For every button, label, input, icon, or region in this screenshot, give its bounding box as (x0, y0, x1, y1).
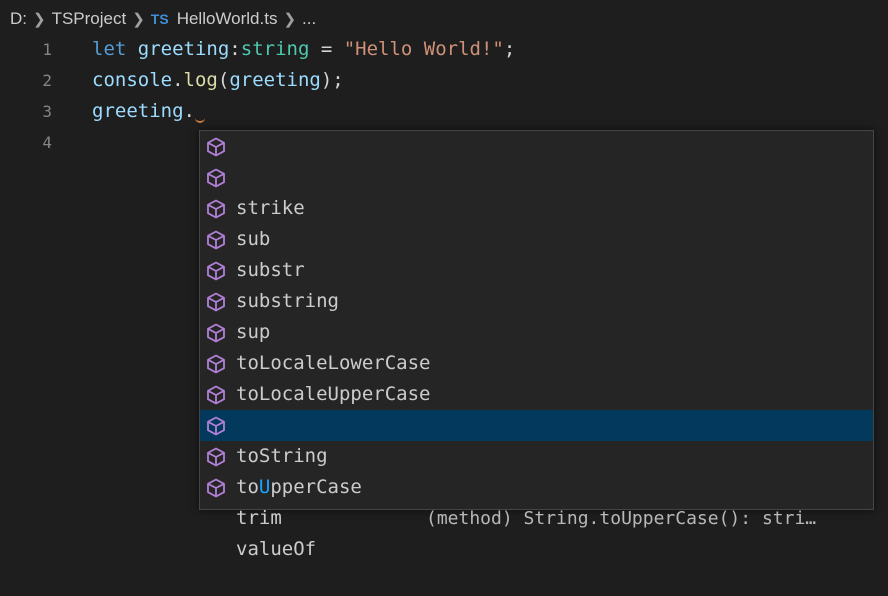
variable-token: console (92, 69, 173, 91)
method-cube-icon (207, 354, 225, 374)
method-cube-icon (207, 292, 225, 312)
chevron-right-icon: ❯ (132, 11, 145, 28)
line-number: 3 (42, 102, 52, 121)
suggest-item-tostring[interactable]: toString (200, 379, 873, 467)
string-token: "Hello World!" (343, 38, 504, 60)
code-text[interactable]: let greeting:string = "Hello World!"; (92, 34, 515, 65)
variable-token: greeting (137, 38, 230, 60)
chevron-right-icon: ❯ (33, 11, 46, 28)
breadcrumb: D: ❯ TSProject ❯ TS HelloWorld.ts ❯ ... (10, 6, 316, 32)
line-number: 1 (42, 40, 52, 59)
punctuation-token: . (183, 100, 195, 122)
code-text[interactable]: console.log(greeting); (92, 65, 344, 96)
variable-token: greeting (229, 69, 321, 91)
line-number: 2 (42, 71, 52, 90)
breadcrumb-folder[interactable]: TSProject (52, 9, 127, 29)
method-cube-icon (207, 478, 225, 498)
code-line[interactable]: 3 greeting. (0, 96, 888, 127)
chevron-right-icon: ❯ (283, 11, 297, 28)
suggest-item-detail: (method) String.toUpperCase(): stri… (426, 508, 817, 529)
code-line[interactable]: 2 console.log(greeting); (0, 65, 888, 96)
type-token: string (240, 38, 310, 60)
punctuation-token: ; (503, 38, 516, 60)
suggest-item-sup[interactable]: sup (200, 255, 873, 343)
suggest-item-strike[interactable]: strike (200, 131, 873, 219)
line-number: 4 (42, 133, 52, 152)
suggest-item-tolocaleuppercase[interactable]: toLocaleUpperCase (200, 317, 873, 405)
breadcrumb-file[interactable]: HelloWorld.ts (177, 9, 278, 29)
method-cube-icon (207, 199, 225, 219)
variable-token: greeting (92, 100, 184, 122)
method-cube-icon (207, 385, 225, 405)
suggest-item-label: valueOf (236, 538, 317, 560)
suggest-item-substr[interactable]: substr (200, 193, 873, 281)
suggest-item-sub[interactable]: sub (200, 162, 873, 250)
suggest-item-valueof[interactable]: valueOf (200, 472, 873, 560)
method-cube-icon (207, 447, 225, 467)
typescript-file-icon: TS (150, 11, 169, 27)
code-line[interactable]: 1 let greeting:string = "Hello World!"; (0, 34, 888, 65)
method-cube-icon (207, 416, 225, 436)
keyword-token: let (92, 38, 127, 60)
operator-token: = (309, 38, 344, 60)
punctuation-token: . (172, 69, 184, 91)
code-text[interactable]: greeting. (92, 96, 205, 127)
punctuation-token: : (229, 38, 241, 60)
breadcrumb-drive[interactable]: D: (10, 9, 27, 29)
breadcrumb-symbols[interactable]: ... (302, 9, 316, 29)
suggest-item-tolowercase[interactable]: toLowerCase (200, 348, 873, 436)
suggest-item-touppercase[interactable]: toUpperCase (method) String.toUpperCase(… (200, 410, 873, 529)
suggest-item-trim[interactable]: trim (200, 441, 873, 529)
suggest-item-tolocalelowercase[interactable]: toLocaleLowerCase (200, 286, 873, 374)
error-squiggle (194, 115, 205, 123)
method-cube-icon (207, 137, 225, 157)
punctuation-token: ( (217, 69, 230, 91)
suggest-widget[interactable]: strike sub substr substring sup toLocale… (199, 130, 874, 560)
method-cube-icon (207, 230, 225, 250)
method-cube-icon (207, 168, 225, 188)
punctuation-token: ); (320, 69, 344, 91)
method-cube-icon (207, 323, 225, 343)
method-cube-icon (207, 261, 225, 281)
function-token: log (183, 69, 218, 91)
suggest-item-substring[interactable]: substring (200, 224, 873, 312)
